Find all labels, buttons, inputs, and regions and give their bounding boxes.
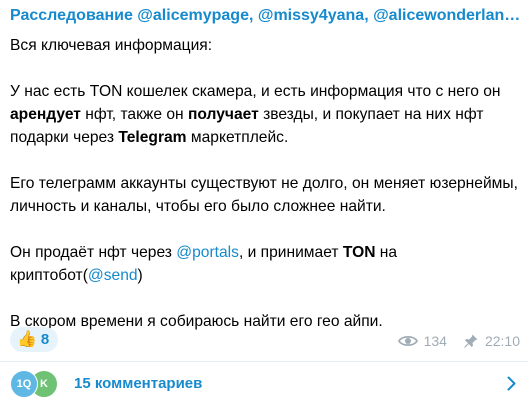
text-span: У нас есть TON кошелек скамера, и есть и… [10,83,501,100]
text-span: нфт, также он [80,106,188,123]
comments-button[interactable]: 1Q K 15 комментариев [0,362,528,405]
pin-icon [463,333,479,349]
post-paragraph-4: В скором времени я собираюсь найти его г… [10,313,383,330]
mention-link-portals[interactable]: @portals [176,244,239,261]
post-intro: Вся ключевая информация: [10,37,213,54]
post-paragraph-1: У нас есть TON кошелек скамера, и есть и… [10,80,522,149]
bold-text: Telegram [118,129,187,146]
text-span: , и принимает [238,244,343,261]
post-time: 22:10 [484,333,520,349]
avatar: 1Q [10,369,38,398]
reaction-button[interactable]: 👍 8 [10,327,59,352]
reaction-count: 8 [40,331,50,348]
mention-link-send[interactable]: @send [88,267,138,284]
bold-text: получает [187,106,259,123]
eye-icon [397,334,418,348]
post-meta: 134 22:10 [397,333,520,349]
post-paragraph-2: Его телеграмм аккаунты существуют не дол… [10,175,518,215]
thumbs-up-icon: 👍 [17,330,37,348]
chevron-right-icon [507,376,516,396]
post-body: Вся ключевая информация: У нас есть TON … [10,34,522,333]
post-title: Расследование @alicemypage, @missy4yana,… [10,7,522,24]
view-count: 134 [423,333,447,349]
text-span: маркетплейс. [186,129,289,146]
text-span: ) [137,267,143,284]
comments-label: 15 комментариев [74,375,203,392]
bold-text: арендует [10,106,81,123]
commenter-avatars: 1Q K [10,369,70,398]
text-span: Он продаёт нфт через [10,244,177,261]
post-paragraph-3: Он продаёт нфт через @portals, и принима… [10,241,522,287]
bold-text: TON [342,244,376,261]
channel-post: Расследование @alicemypage, @missy4yana,… [0,0,528,405]
